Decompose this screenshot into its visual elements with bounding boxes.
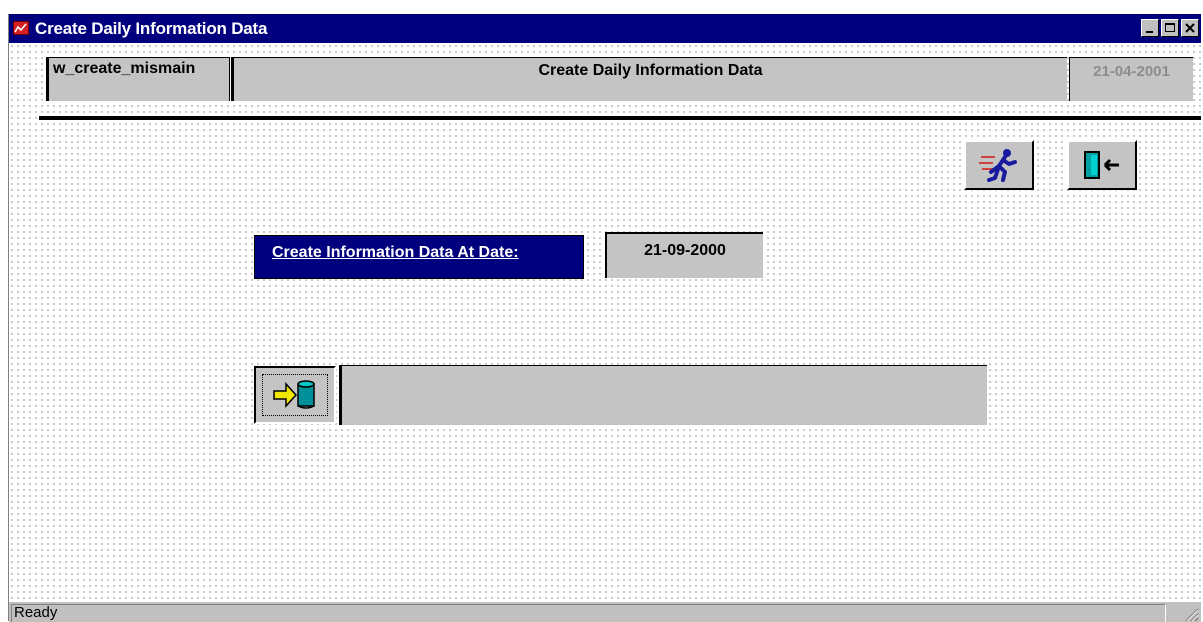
current-date: 21-04-2001 xyxy=(1069,57,1193,101)
status-bar: Ready xyxy=(9,601,1201,622)
close-icon xyxy=(1185,23,1195,33)
date-label-text: Create Information Data At Date: xyxy=(272,244,519,261)
minimize-button[interactable] xyxy=(1141,19,1159,37)
run-button[interactable] xyxy=(964,140,1034,190)
arrow-to-database-icon xyxy=(273,380,315,409)
exit-button[interactable] xyxy=(1067,140,1137,190)
app-window: Create Daily Information Data w_create_m… xyxy=(8,14,1201,622)
minimize-icon xyxy=(1146,31,1153,33)
running-man-icon xyxy=(979,149,1017,182)
date-label: Create Information Data At Date: xyxy=(254,235,584,279)
header-divider xyxy=(39,116,1201,120)
maximize-button[interactable] xyxy=(1161,19,1179,37)
progress-bar xyxy=(339,365,987,425)
date-input[interactable]: 21-09-2000 xyxy=(605,232,763,278)
status-text: Ready xyxy=(11,604,1166,622)
page-title: Create Daily Information Data xyxy=(231,57,1067,101)
close-button[interactable] xyxy=(1181,19,1199,37)
title-bar[interactable]: Create Daily Information Data xyxy=(9,14,1201,43)
client-area: w_create_mismain Create Daily Informatio… xyxy=(9,43,1201,601)
window-name-field: w_create_mismain xyxy=(46,57,230,101)
maximize-icon xyxy=(1165,23,1175,32)
exit-door-icon xyxy=(1084,151,1119,179)
process-button[interactable] xyxy=(254,366,336,424)
resize-grip-icon[interactable] xyxy=(1181,604,1199,622)
app-chart-icon[interactable] xyxy=(13,21,29,35)
window-title: Create Daily Information Data xyxy=(35,19,268,38)
